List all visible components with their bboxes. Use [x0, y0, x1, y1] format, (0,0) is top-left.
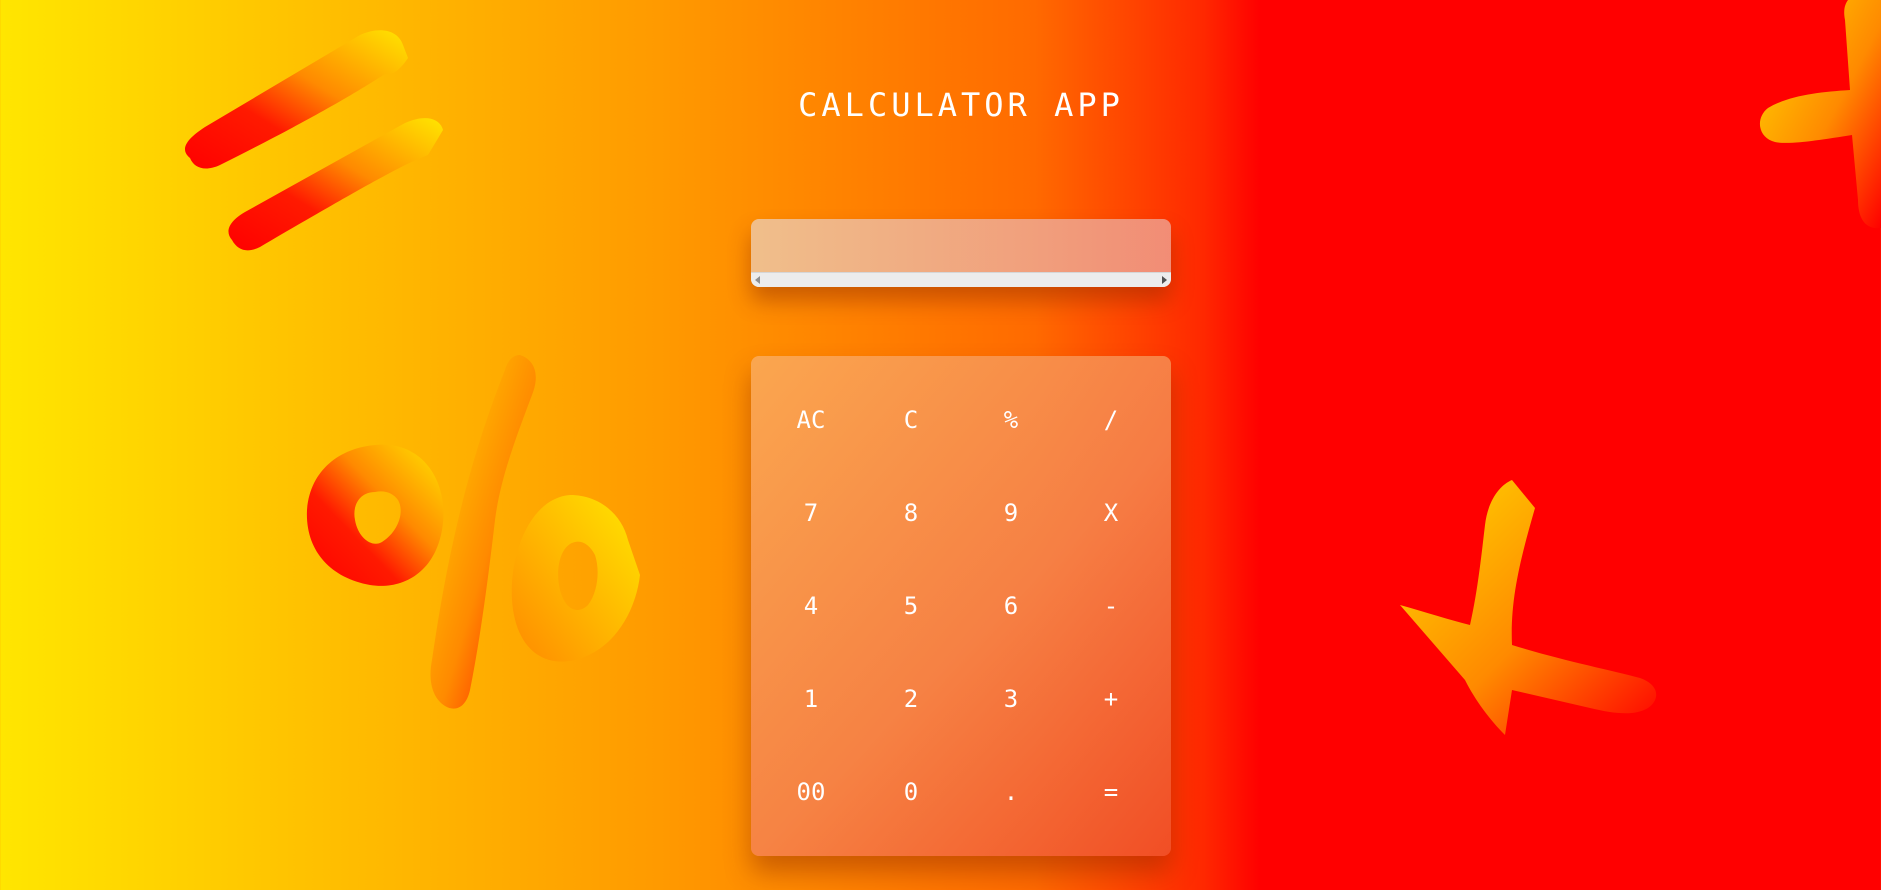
- clear-button[interactable]: C: [861, 374, 961, 467]
- divide-button[interactable]: /: [1061, 374, 1161, 467]
- digit-0-button[interactable]: 0: [861, 745, 961, 838]
- plus-icon: [1400, 480, 1657, 735]
- digit-3-button[interactable]: 3: [961, 652, 1061, 745]
- digit-4-button[interactable]: 4: [761, 560, 861, 653]
- keypad: AC C % / 7 8 9 X 4 5 6 - 1 2 3 + 00 0 . …: [751, 356, 1171, 856]
- equals-icon: [185, 30, 443, 251]
- digit-1-button[interactable]: 1: [761, 652, 861, 745]
- subtract-button[interactable]: -: [1061, 560, 1161, 653]
- percent-icon: [306, 355, 640, 709]
- digit-2-button[interactable]: 2: [861, 652, 961, 745]
- page-title: CALCULATOR APP: [798, 86, 1124, 124]
- digit-6-button[interactable]: 6: [961, 560, 1061, 653]
- multiply-button[interactable]: X: [1061, 467, 1161, 560]
- scroll-right-icon[interactable]: [1162, 276, 1167, 284]
- equals-button[interactable]: =: [1061, 745, 1161, 838]
- all-clear-button[interactable]: AC: [761, 374, 861, 467]
- result-input[interactable]: [751, 219, 1171, 272]
- digit-5-button[interactable]: 5: [861, 560, 961, 653]
- scroll-left-icon[interactable]: [755, 276, 760, 284]
- digit-7-button[interactable]: 7: [761, 467, 861, 560]
- decimal-button[interactable]: .: [961, 745, 1061, 838]
- digit-9-button[interactable]: 9: [961, 467, 1061, 560]
- double-zero-button[interactable]: 00: [761, 745, 861, 838]
- percent-button[interactable]: %: [961, 374, 1061, 467]
- horizontal-scrollbar[interactable]: [751, 272, 1171, 287]
- calculator-display: [751, 219, 1171, 287]
- add-button[interactable]: +: [1061, 652, 1161, 745]
- digit-8-button[interactable]: 8: [861, 467, 961, 560]
